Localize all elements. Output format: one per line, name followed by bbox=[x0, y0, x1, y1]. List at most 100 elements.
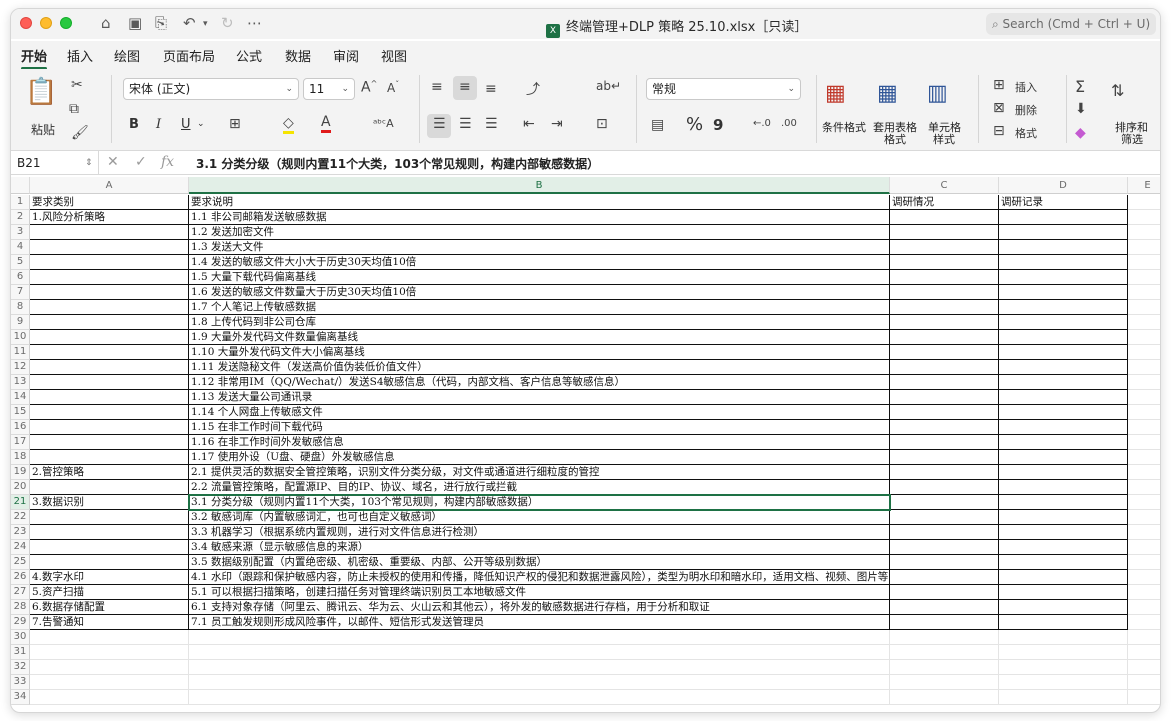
row-header[interactable]: 4 bbox=[11, 240, 30, 255]
decrease-font-icon[interactable]: Aˇ bbox=[387, 80, 399, 95]
cell-a26[interactable]: 4.数字水印 bbox=[30, 570, 189, 585]
clear-icon[interactable]: ◆ bbox=[1075, 125, 1086, 141]
cell-d6[interactable] bbox=[999, 270, 1128, 285]
comma-button[interactable]: 9 bbox=[713, 116, 723, 134]
spreadsheet-grid[interactable]: A B C D E 1 要求类别 要求说明 调研情况 调研记录 2 1.风险分析策略 1.1 … bbox=[11, 177, 1160, 712]
cell-c23[interactable] bbox=[890, 525, 999, 540]
row-header[interactable]: 1 bbox=[11, 195, 30, 210]
cell-b33[interactable] bbox=[189, 675, 890, 690]
increase-indent-icon[interactable]: ⇥ bbox=[551, 116, 563, 132]
row-header[interactable]: 7 bbox=[11, 285, 30, 300]
insert-cells-label[interactable]: 插入 bbox=[1015, 79, 1037, 95]
cell-a31[interactable] bbox=[30, 645, 189, 660]
zoom-window-button[interactable] bbox=[60, 17, 72, 29]
name-box[interactable]: B21 ⇕ bbox=[11, 151, 99, 175]
cell-b21[interactable]: 3.1 分类分级（规则内置11个大类，103个常见规则，构建内部敏感数据） bbox=[189, 495, 890, 510]
cell-d3[interactable] bbox=[999, 225, 1128, 240]
cell-a2[interactable]: 1.风险分析策略 bbox=[30, 210, 189, 225]
font-color-icon[interactable]: A bbox=[321, 114, 331, 133]
more-icon[interactable]: ⋯ bbox=[247, 14, 262, 32]
decrease-indent-icon[interactable]: ⇤ bbox=[523, 116, 535, 132]
cell-b29[interactable]: 7.1 员工触发规则形成风险事件，以邮件、短信形式发送管理员 bbox=[189, 615, 890, 630]
cell-c5[interactable] bbox=[890, 255, 999, 270]
align-middle-icon[interactable]: ≡ bbox=[459, 79, 471, 95]
increase-decimal-icon[interactable]: ←.0 bbox=[753, 118, 771, 129]
copy-icon[interactable]: ⧉ bbox=[69, 101, 79, 117]
cell-styles-icon[interactable]: ▥ bbox=[927, 81, 948, 106]
phonetic-icon[interactable]: ᵃᵇᶜA bbox=[373, 117, 394, 130]
cell-a20[interactable] bbox=[30, 480, 189, 495]
cancel-icon[interactable]: ✕ bbox=[107, 154, 119, 170]
cell-c24[interactable] bbox=[890, 540, 999, 555]
cell-d12[interactable] bbox=[999, 360, 1128, 375]
cell-c20[interactable] bbox=[890, 480, 999, 495]
cell-a10[interactable] bbox=[30, 330, 189, 345]
cell-c29[interactable] bbox=[890, 615, 999, 630]
save-as-icon[interactable]: ⎘ bbox=[155, 14, 167, 32]
row-header[interactable]: 22 bbox=[11, 510, 30, 525]
align-left-icon[interactable]: ☰ bbox=[433, 116, 446, 132]
cell-c34[interactable] bbox=[890, 690, 999, 705]
cell-b6[interactable]: 1.5 大量下载代码偏离基线 bbox=[189, 270, 890, 285]
row-header[interactable]: 15 bbox=[11, 405, 30, 420]
row-header[interactable]: 8 bbox=[11, 300, 30, 315]
delete-cells-icon[interactable]: ⊠ bbox=[993, 100, 1005, 116]
align-right-icon[interactable]: ☰ bbox=[485, 116, 498, 132]
cell-a32[interactable] bbox=[30, 660, 189, 675]
wrap-text-icon[interactable]: ab↵ bbox=[596, 79, 621, 93]
row-header[interactable]: 5 bbox=[11, 255, 30, 270]
tab-view[interactable]: 视图 bbox=[381, 46, 407, 65]
cell-c25[interactable] bbox=[890, 555, 999, 570]
fill-color-icon[interactable]: ◇ bbox=[283, 115, 294, 134]
cell-b5[interactable]: 1.4 发送的敏感文件大小大于历史30天均值10倍 bbox=[189, 255, 890, 270]
row-header[interactable]: 25 bbox=[11, 555, 30, 570]
cell-b23[interactable]: 3.3 机器学习（根据系统内置规则，进行对文件信息进行检测） bbox=[189, 525, 890, 540]
cell-a3[interactable] bbox=[30, 225, 189, 240]
cell-d13[interactable] bbox=[999, 375, 1128, 390]
cell-c15[interactable] bbox=[890, 405, 999, 420]
cell-d4[interactable] bbox=[999, 240, 1128, 255]
cell-d1[interactable]: 调研记录 bbox=[999, 195, 1128, 210]
row-header[interactable]: 29 bbox=[11, 615, 30, 630]
minimize-window-button[interactable] bbox=[40, 17, 52, 29]
cell-b25[interactable]: 3.5 数据级别配置（内置绝密级、机密级、重要级、内部、公开等级别数据） bbox=[189, 555, 890, 570]
cell-b9[interactable]: 1.8 上传代码到非公司仓库 bbox=[189, 315, 890, 330]
cell-c32[interactable] bbox=[890, 660, 999, 675]
cell-d8[interactable] bbox=[999, 300, 1128, 315]
cell-a19[interactable]: 2.管控策略 bbox=[30, 465, 189, 480]
cell-d19[interactable] bbox=[999, 465, 1128, 480]
cell-c14[interactable] bbox=[890, 390, 999, 405]
row-header[interactable]: 21 bbox=[11, 495, 30, 510]
cell-a25[interactable] bbox=[30, 555, 189, 570]
currency-icon[interactable]: ▤ bbox=[651, 117, 664, 133]
tab-page-layout[interactable]: 页面布局 bbox=[163, 46, 215, 65]
cell-a13[interactable] bbox=[30, 375, 189, 390]
format-as-table-icon[interactable]: ▦ bbox=[877, 81, 898, 106]
cell-c19[interactable] bbox=[890, 465, 999, 480]
cell-c16[interactable] bbox=[890, 420, 999, 435]
underline-dropdown-icon[interactable]: ⌄ bbox=[197, 119, 205, 129]
cell-b2[interactable]: 1.1 非公司邮箱发送敏感数据 bbox=[189, 210, 890, 225]
confirm-icon[interactable]: ✓ bbox=[135, 154, 147, 170]
cell-b34[interactable] bbox=[189, 690, 890, 705]
format-cells-label[interactable]: 格式 bbox=[1015, 125, 1037, 141]
tab-formulas[interactable]: 公式 bbox=[236, 46, 262, 65]
row-header[interactable]: 17 bbox=[11, 435, 30, 450]
cell-d28[interactable] bbox=[999, 600, 1128, 615]
cell-c6[interactable] bbox=[890, 270, 999, 285]
cell-b14[interactable]: 1.13 发送大量公司通讯录 bbox=[189, 390, 890, 405]
row-header[interactable]: 32 bbox=[11, 660, 30, 675]
merge-center-icon[interactable]: ⊡ bbox=[596, 116, 608, 132]
format-painter-icon[interactable]: 🖌 bbox=[71, 125, 89, 141]
cell-b28[interactable]: 6.1 支持对象存储（阿里云、腾讯云、华为云、火山云和其他云），将外发的敏感数据… bbox=[189, 600, 890, 615]
select-all-corner[interactable] bbox=[11, 177, 30, 194]
cell-a12[interactable] bbox=[30, 360, 189, 375]
cell-c21[interactable] bbox=[890, 495, 999, 510]
cell-b8[interactable]: 1.7 个人笔记上传敏感数据 bbox=[189, 300, 890, 315]
cell-b15[interactable]: 1.14 个人网盘上传敏感文件 bbox=[189, 405, 890, 420]
cell-d26[interactable] bbox=[999, 570, 1128, 585]
cell-b10[interactable]: 1.9 大量外发代码文件数量偏离基线 bbox=[189, 330, 890, 345]
fill-icon[interactable]: ⬇ bbox=[1075, 101, 1087, 117]
row-header[interactable]: 16 bbox=[11, 420, 30, 435]
format-as-table-label-2[interactable]: 格式 bbox=[884, 133, 906, 146]
